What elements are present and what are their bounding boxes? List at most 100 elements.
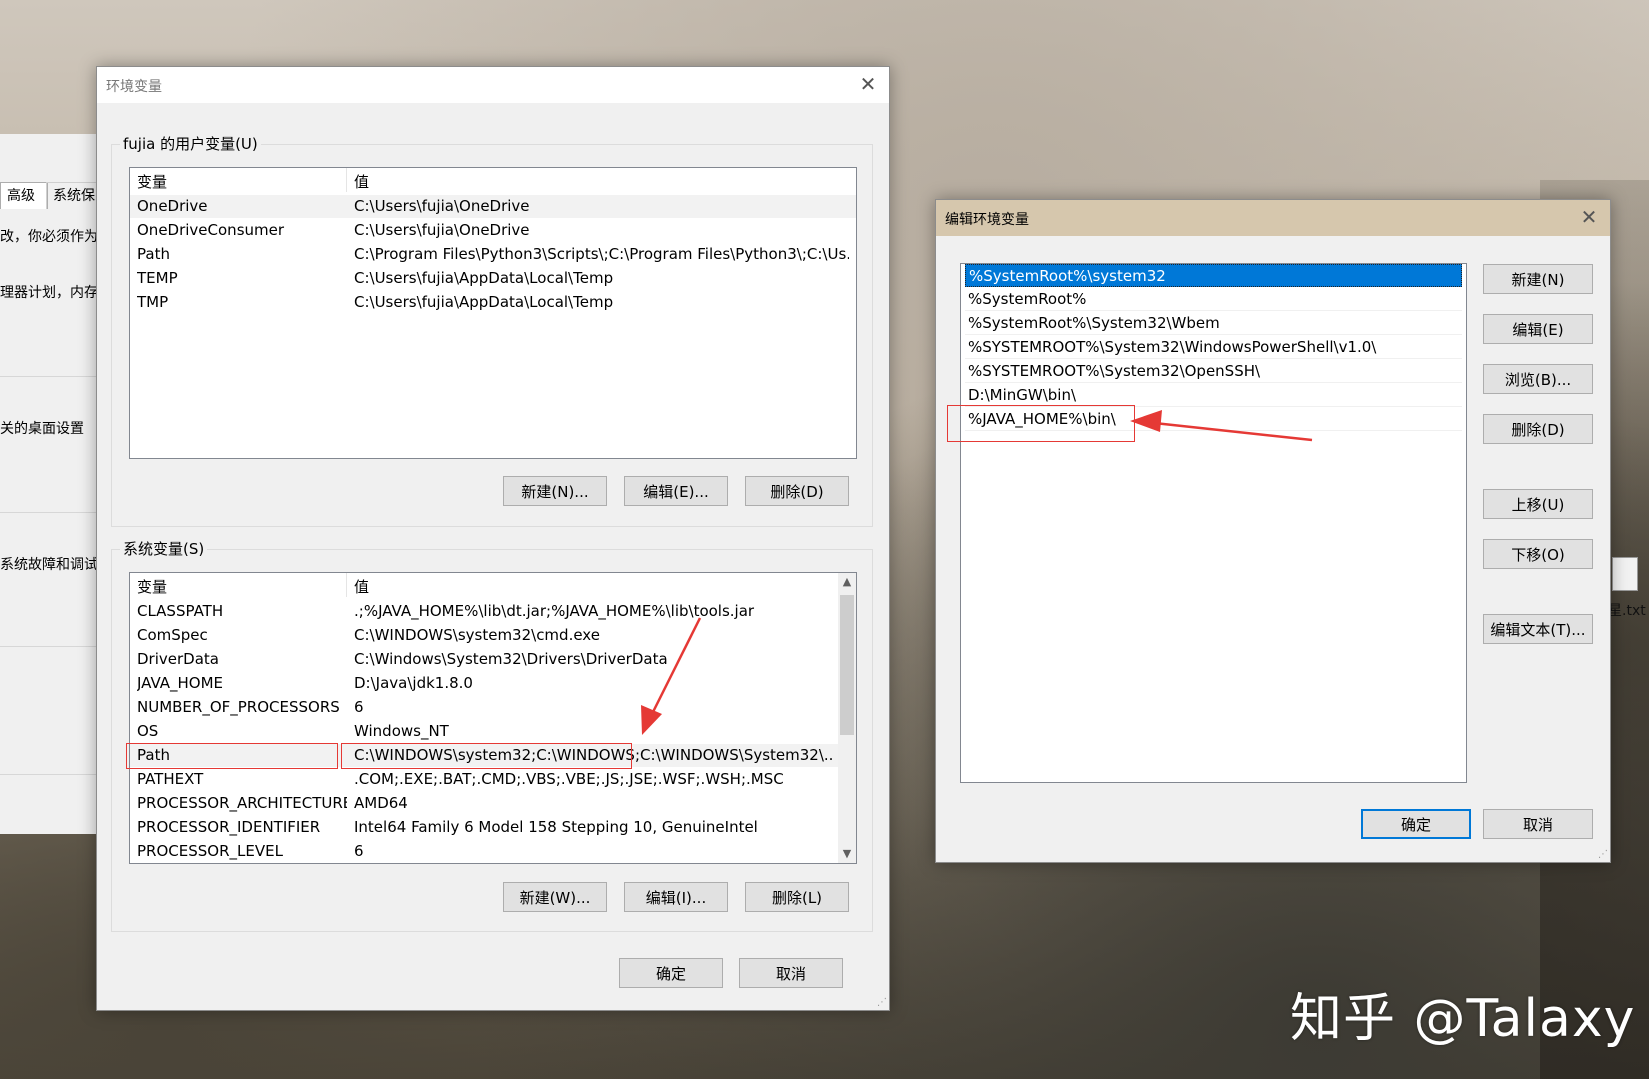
list-item[interactable]: D:\MinGW\bin\ — [965, 384, 1462, 407]
table-row[interactable]: TMP C:\Users\fujia\AppData\Local\Temp — [130, 291, 856, 314]
user-list-header: 变量 值 — [130, 168, 856, 192]
list-item[interactable]: %SYSTEMROOT%\System32\WindowsPowerShell\… — [965, 336, 1462, 359]
variable-name: Path — [137, 245, 170, 263]
list-item-selected[interactable]: %SystemRoot%\system32 — [965, 264, 1462, 287]
table-row[interactable]: PATHEXT .COM;.EXE;.BAT;.CMD;.VBS;.VBE;.J… — [130, 768, 856, 791]
variable-value: C:\Users\fujia\OneDrive — [354, 197, 530, 215]
env-dialog-title: 环境变量 — [106, 79, 162, 95]
system-new-button[interactable]: 新建(W)... — [503, 882, 607, 912]
edit-dialog-title: 编辑环境变量 — [945, 212, 1029, 228]
divider — [0, 512, 97, 513]
vertical-scrollbar[interactable]: ▲ ▼ — [838, 573, 856, 863]
desktop-file-icon[interactable] — [1612, 557, 1638, 591]
variable-value: C:\Users\fujia\OneDrive — [354, 221, 530, 239]
user-delete-button[interactable]: 删除(D) — [745, 476, 849, 506]
variable-value: Intel64 Family 6 Model 158 Stepping 10, … — [354, 818, 758, 836]
table-row[interactable]: OS Windows_NT — [130, 720, 856, 743]
edit-browse-button[interactable]: 浏览(B)... — [1483, 364, 1593, 394]
table-row[interactable]: TEMP C:\Users\fujia\AppData\Local\Temp — [130, 267, 856, 290]
system-properties-window: 高级 系统保 改，你必须作为 理器计划，内存 关的桌面设置 系统故障和调试信 — [0, 134, 115, 834]
variable-value: Windows_NT — [354, 722, 449, 740]
table-row[interactable]: OneDriveConsumer C:\Users\fujia\OneDrive — [130, 219, 856, 242]
close-icon[interactable]: ✕ — [1578, 206, 1600, 228]
annotation-path-name — [126, 743, 338, 769]
table-row[interactable]: OneDrive C:\Users\fujia\OneDrive — [130, 195, 856, 218]
edit-delete-button[interactable]: 删除(D) — [1483, 414, 1593, 444]
column-header-value[interactable]: 值 — [354, 576, 369, 597]
variable-name: JAVA_HOME — [137, 674, 224, 692]
column-header-name[interactable]: 变量 — [137, 171, 167, 192]
table-row[interactable]: PROCESSOR_IDENTIFIER Intel64 Family 6 Mo… — [130, 816, 856, 839]
table-row[interactable]: ComSpec C:\WINDOWS\system32\cmd.exe — [130, 624, 856, 647]
table-row[interactable]: NUMBER_OF_PROCESSORS 6 — [130, 696, 856, 719]
close-icon[interactable]: ✕ — [857, 73, 879, 95]
system-delete-button[interactable]: 删除(L) — [745, 882, 849, 912]
user-variables-list[interactable]: 变量 值 OneDrive C:\Users\fujia\OneDrive On… — [129, 167, 857, 459]
table-row[interactable]: PROCESSOR_ARCHITECTURE AMD64 — [130, 792, 856, 815]
path-entries-list[interactable]: %SystemRoot%\system32 %SystemRoot% %Syst… — [960, 263, 1467, 783]
variable-name: PROCESSOR_ARCHITECTURE — [137, 794, 347, 812]
cancel-button[interactable]: 取消 — [739, 958, 843, 988]
variable-value: 6 — [354, 698, 364, 716]
table-row[interactable]: PROCESSOR_LEVEL 6 — [130, 840, 856, 863]
edit-text-button[interactable]: 编辑文本(T)... — [1483, 614, 1593, 644]
table-row[interactable]: CLASSPATH .;%JAVA_HOME%\lib\dt.jar;%JAVA… — [130, 600, 856, 623]
annotation-path-value — [341, 743, 632, 769]
user-variables-label: fujia 的用户变量(U) — [120, 133, 261, 154]
variable-value: AMD64 — [354, 794, 408, 812]
zhihu-watermark: 知乎 @Talaxy — [1290, 989, 1636, 1049]
table-row[interactable]: JAVA_HOME D:\Java\jdk1.8.0 — [130, 672, 856, 695]
resize-grip-icon[interactable]: ⋰ — [1598, 850, 1608, 860]
list-item[interactable]: %SystemRoot% — [965, 288, 1462, 311]
variable-name: OneDriveConsumer — [137, 221, 285, 239]
environment-variables-dialog: 环境变量 ✕ fujia 的用户变量(U) 变量 值 OneDrive C:\U… — [96, 66, 890, 1011]
edit-new-button[interactable]: 新建(N) — [1483, 264, 1593, 294]
column-header-value[interactable]: 值 — [354, 171, 369, 192]
system-list-header: 变量 值 — [130, 573, 856, 597]
edit-cancel-button[interactable]: 取消 — [1483, 809, 1593, 839]
variable-value: 6 — [354, 842, 364, 860]
scroll-up-icon[interactable]: ▲ — [838, 573, 856, 591]
scrollbar-thumb[interactable] — [840, 595, 854, 735]
edit-environment-variable-dialog: 编辑环境变量 ✕ %SystemRoot%\system32 %SystemRo… — [935, 199, 1611, 863]
user-edit-button[interactable]: 编辑(E)... — [624, 476, 728, 506]
desktop-file-label: 星.txt — [1608, 603, 1646, 619]
table-row[interactable]: Path C:\Program Files\Python3\Scripts\;C… — [130, 243, 856, 266]
user-new-button[interactable]: 新建(N)... — [503, 476, 607, 506]
env-titlebar: 环境变量 ✕ — [97, 67, 889, 103]
sysprops-text-2: 理器计划，内存 — [0, 285, 98, 301]
variable-value: .COM;.EXE;.BAT;.CMD;.VBS;.VBE;.JS;.JSE;.… — [354, 770, 784, 788]
divider — [0, 376, 97, 377]
column-divider — [346, 168, 347, 192]
variable-name: PROCESSOR_LEVEL — [137, 842, 283, 860]
move-down-button[interactable]: 下移(O) — [1483, 539, 1593, 569]
variable-value: .;%JAVA_HOME%\lib\dt.jar;%JAVA_HOME%\lib… — [354, 602, 755, 620]
resize-grip-icon[interactable]: ⋰ — [877, 998, 887, 1008]
column-divider — [346, 573, 347, 597]
variable-name: PROCESSOR_IDENTIFIER — [137, 818, 321, 836]
variable-name: PATHEXT — [137, 770, 204, 788]
edit-titlebar: 编辑环境变量 ✕ — [936, 200, 1610, 236]
scroll-down-icon[interactable]: ▼ — [838, 845, 856, 863]
ok-button[interactable]: 确定 — [619, 958, 723, 988]
move-up-button[interactable]: 上移(U) — [1483, 489, 1593, 519]
variable-value: D:\Java\jdk1.8.0 — [354, 674, 473, 692]
variable-name: CLASSPATH — [137, 602, 224, 620]
annotation-java-home-bin — [947, 405, 1135, 442]
list-item[interactable]: %SYSTEMROOT%\System32\OpenSSH\ — [965, 360, 1462, 383]
sysprops-text-1: 改，你必须作为 — [0, 229, 98, 245]
tab-advanced[interactable]: 高级 — [0, 182, 48, 209]
edit-ok-button[interactable]: 确定 — [1361, 809, 1471, 839]
system-edit-button[interactable]: 编辑(I)... — [624, 882, 728, 912]
divider — [0, 646, 97, 647]
variable-value: C:\Users\fujia\AppData\Local\Temp — [354, 269, 614, 287]
variable-value: C:\Program Files\Python3\Scripts\;C:\Pro… — [354, 245, 849, 263]
table-row[interactable]: DriverData C:\Windows\System32\Drivers\D… — [130, 648, 856, 671]
variable-name: DriverData — [137, 650, 219, 668]
system-variables-label: 系统变量(S) — [120, 538, 208, 559]
column-header-name[interactable]: 变量 — [137, 576, 167, 597]
variable-value: C:\Users\fujia\AppData\Local\Temp — [354, 293, 614, 311]
system-variables-list[interactable]: 变量 值 CLASSPATH .;%JAVA_HOME%\lib\dt.jar;… — [129, 572, 857, 864]
list-item[interactable]: %SystemRoot%\System32\Wbem — [965, 312, 1462, 335]
edit-edit-button[interactable]: 编辑(E) — [1483, 314, 1593, 344]
